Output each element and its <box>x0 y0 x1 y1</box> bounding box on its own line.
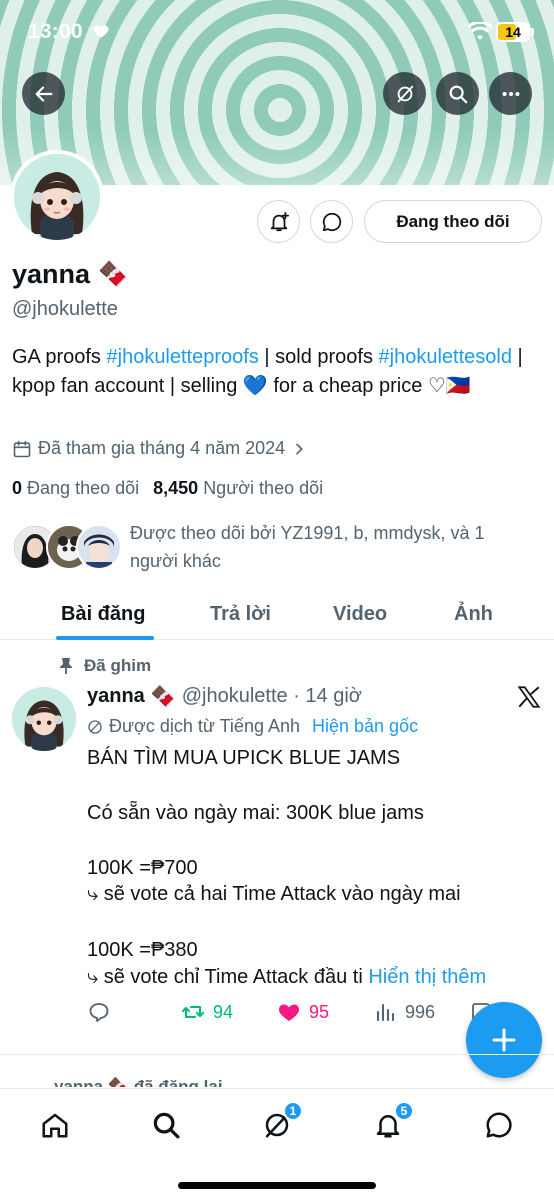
following-button[interactable]: Đang theo dõi <box>364 200 542 243</box>
follower-avatar-3 <box>76 524 122 570</box>
profile-avatar[interactable] <box>10 150 104 244</box>
like-button[interactable]: 95 <box>277 1000 329 1024</box>
following-link[interactable]: 0 Đang theo dõi <box>12 478 139 499</box>
status-time: 13:00 <box>28 20 83 43</box>
battery-level: 14 <box>505 24 521 40</box>
x-logo-icon <box>517 686 541 708</box>
followers-link[interactable]: 8,450 Người theo dõi <box>153 478 323 499</box>
post-line: BÁN TÌM MUA UPICK BLUE JAMS <box>87 747 401 769</box>
bio-text-1: GA proofs <box>12 346 107 368</box>
tabbar-notifications[interactable]: 5 <box>370 1101 414 1143</box>
heart-filled-icon <box>278 1004 300 1021</box>
followers-count: 8,450 <box>153 478 199 498</box>
chat-bubble-icon <box>486 1112 512 1138</box>
search-button[interactable] <box>436 72 479 115</box>
bell-plus-icon <box>270 211 289 231</box>
views-button[interactable]: 996 <box>373 1000 435 1024</box>
notify-button[interactable] <box>257 200 300 243</box>
wifi-icon <box>468 22 492 40</box>
post-line: 100K =₱380 <box>87 939 198 961</box>
post-author-name[interactable]: yanna <box>87 685 145 708</box>
translated-label: Được dịch từ Tiếng Anh <box>109 716 300 736</box>
profile-bio: GA proofs #jhokuletteproofs | sold proof… <box>12 343 532 401</box>
post-divider <box>0 1054 554 1055</box>
follow-counts: 0 Đang theo dõi 8,450 Người theo dõi <box>12 478 323 499</box>
status-bar: 13:00 14 <box>0 0 554 62</box>
translation-row: Được dịch từ Tiếng Anh Hiện bản gốc <box>87 716 418 737</box>
tab-photos[interactable]: Ảnh <box>454 588 493 640</box>
more-dots-icon <box>502 91 519 96</box>
profile-tabs: Bài đăng Trả lời Video Ảnh <box>0 588 554 640</box>
profile-name: yanna 🍫 <box>12 259 128 290</box>
compose-post-button[interactable] <box>466 1002 542 1078</box>
search-icon <box>153 1112 180 1139</box>
translate-icon <box>88 719 102 734</box>
pin-icon <box>60 658 72 674</box>
notifications-badge: 5 <box>394 1101 414 1121</box>
repost-count: 94 <box>213 1001 234 1022</box>
reply-icon <box>89 1003 109 1022</box>
post-line: Có sẵn vào ngày mai: 300K blue jams <box>87 802 424 824</box>
home-icon <box>42 1113 68 1138</box>
reply-button[interactable] <box>87 1000 111 1024</box>
tab-video[interactable]: Video <box>333 588 387 640</box>
joined-date-row[interactable]: Đã tham gia tháng 4 năm 2024 <box>12 438 307 459</box>
views-chart-icon <box>376 1003 395 1022</box>
followers-label: Người theo dõi <box>203 478 324 498</box>
battery-tip <box>531 28 534 36</box>
grok-icon <box>397 85 413 102</box>
calendar-icon <box>13 440 31 457</box>
post-header: yanna 🍫 @jhokulette · 14 giờ <box>87 684 362 709</box>
avatar-illustration <box>14 154 100 240</box>
grok-button[interactable] <box>383 72 426 115</box>
home-indicator <box>178 1182 376 1189</box>
tabbar-search[interactable] <box>148 1107 184 1143</box>
post-author-emoji: 🍫 <box>150 686 176 708</box>
profile-display-name: yanna <box>12 259 91 289</box>
pinned-label: Đã ghim <box>84 656 152 675</box>
active-tab-indicator <box>56 636 154 640</box>
repost-icon <box>181 1005 205 1019</box>
chevron-right-icon <box>296 443 303 454</box>
message-button[interactable] <box>310 200 353 243</box>
post-line: 100K =₱700 <box>87 857 198 879</box>
arrow-left-icon <box>35 85 52 102</box>
battery-indicator: 14 <box>496 22 530 42</box>
following-count: 0 <box>12 478 23 498</box>
heart-icon <box>93 25 109 38</box>
back-button[interactable] <box>22 72 65 115</box>
bio-hashtag-proofs[interactable]: #jhokuletteproofs <box>107 346 259 368</box>
joined-date: Đã tham gia tháng 4 năm 2024 <box>38 438 286 458</box>
next-post-peek: yanna 🍫 đã đăng lại <box>54 1077 223 1087</box>
plus-icon <box>492 1028 516 1052</box>
followed-by-text[interactable]: Được theo dõi bởi YZ1991, b, mmdysk, và … <box>130 519 510 575</box>
more-button[interactable] <box>489 72 532 115</box>
tabbar-messages[interactable] <box>481 1107 517 1143</box>
bio-hashtag-sold[interactable]: #jhokulettesold <box>379 346 512 368</box>
grok-badge: 1 <box>283 1101 303 1121</box>
tab-replies[interactable]: Trả lời <box>210 588 271 640</box>
post-line-last: ⤷ sẽ vote chỉ Time Attack đầu ti Hiển th… <box>87 963 486 991</box>
post-author-avatar[interactable] <box>12 687 76 751</box>
name-emoji: 🍫 <box>98 261 128 288</box>
pinned-label-row: Đã ghim <box>58 656 151 676</box>
post-handle-time[interactable]: @jhokulette · 14 giờ <box>182 685 362 708</box>
repost-button[interactable]: 94 <box>181 1000 233 1024</box>
show-original-link[interactable]: Hiện bản gốc <box>312 716 418 737</box>
bio-text-2: | sold proofs <box>258 346 379 368</box>
show-more-link[interactable]: Hiển thị thêm <box>368 966 486 988</box>
following-label: Đang theo dõi <box>27 478 140 498</box>
tabbar-home[interactable] <box>37 1107 73 1143</box>
like-count: 95 <box>309 1001 330 1022</box>
chat-bubble-icon <box>322 212 341 231</box>
tab-posts[interactable]: Bài đăng <box>61 588 145 640</box>
search-icon <box>449 85 467 103</box>
views-count: 996 <box>405 1001 436 1022</box>
post-line-text: ⤷ sẽ vote chỉ Time Attack đầu ti <box>87 966 363 988</box>
tabbar-grok[interactable]: 1 <box>259 1101 303 1143</box>
profile-handle: @jhokulette <box>12 298 118 320</box>
post-line: ⤷ sẽ vote cả hai Time Attack vào ngày ma… <box>87 883 461 905</box>
